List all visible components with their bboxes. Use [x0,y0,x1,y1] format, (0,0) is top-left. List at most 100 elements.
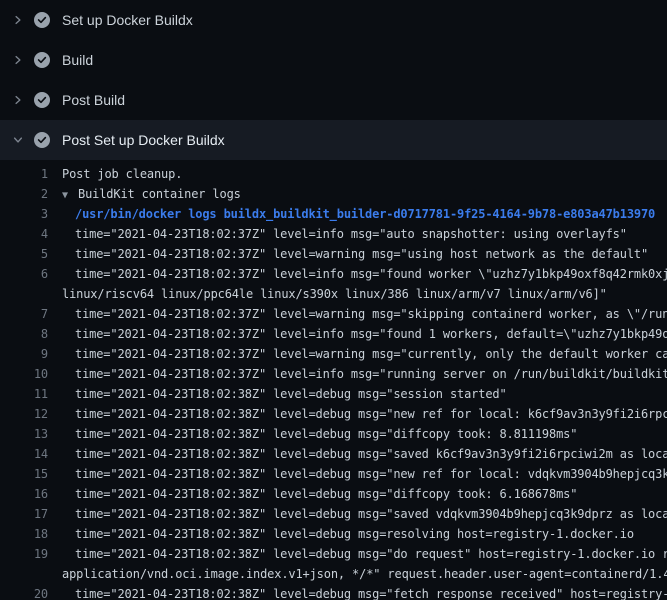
log-line-text: ▼time="2021-04-23T18:02:38Z" level=debug… [75,484,577,504]
log-line-content: time="2021-04-23T18:02:37Z" level=info m… [75,367,667,381]
log-line-text: ▼time="2021-04-23T18:02:37Z" level=warni… [75,344,667,364]
step-label: Post Build [62,92,125,108]
chevron-right-icon [12,54,24,66]
log-line: 13 ▼time="2021-04-23T18:02:38Z" level=de… [0,424,667,444]
log-line-number[interactable]: 10 [0,364,48,384]
log-line-content: time="2021-04-23T18:02:38Z" level=debug … [75,387,507,401]
log-line-text: ▼time="2021-04-23T18:02:37Z" level=info … [75,324,667,344]
step-row-post-build[interactable]: Post Build [0,80,667,120]
chevron-down-icon [12,134,24,146]
log-line: ▼application/vnd.oci.image.index.v1+json… [0,564,667,584]
step-label: Post Set up Docker Buildx [62,132,225,148]
log-line-number[interactable]: 3 [0,204,48,224]
log-line: 1 ▼Post job cleanup. [0,164,667,184]
log-line-content: linux/riscv64 linux/ppc64le linux/s390x … [62,287,607,301]
log-line-number[interactable]: 18 [0,524,48,544]
check-circle-icon [34,52,50,68]
log-line-text: ▼time="2021-04-23T18:02:38Z" level=debug… [75,404,667,424]
log-line: 5 ▼time="2021-04-23T18:02:37Z" level=war… [0,244,667,264]
chevron-right-icon [12,94,24,106]
log-line: 14 ▼time="2021-04-23T18:02:38Z" level=de… [0,444,667,464]
log-line-text: ▼/usr/bin/docker logs buildx_buildkit_bu… [75,204,655,224]
log-line: 9 ▼time="2021-04-23T18:02:37Z" level=war… [0,344,667,364]
step-label: Build [62,52,93,68]
log-line-number[interactable]: 12 [0,404,48,424]
log-line: 10 ▼time="2021-04-23T18:02:37Z" level=in… [0,364,667,384]
log-line-text: ▼time="2021-04-23T18:02:38Z" level=debug… [75,524,634,544]
steps-list: Set up Docker Buildx Build P [0,0,667,160]
log-area: 1 ▼Post job cleanup. 2 ▼BuildKit contain… [0,160,667,600]
log-line-number [0,284,48,304]
log-line-content: time="2021-04-23T18:02:38Z" level=debug … [75,587,667,600]
step-row-build[interactable]: Build [0,40,667,80]
log-line-content: time="2021-04-23T18:02:37Z" level=warnin… [75,247,648,261]
log-line-content: time="2021-04-23T18:02:37Z" level=info m… [75,267,667,281]
log-line-number[interactable]: 15 [0,464,48,484]
log-line: 3 ▼/usr/bin/docker logs buildx_buildkit_… [0,204,667,224]
log-line-content: time="2021-04-23T18:02:38Z" level=debug … [75,527,634,541]
step-label: Set up Docker Buildx [62,12,193,28]
check-circle-icon [34,92,50,108]
log-line-text: ▼application/vnd.oci.image.index.v1+json… [62,564,667,584]
log-line-number[interactable]: 14 [0,444,48,464]
step-row-set-up-docker-buildx[interactable]: Set up Docker Buildx [0,0,667,40]
log-line-text: ▼time="2021-04-23T18:02:38Z" level=debug… [75,504,667,524]
log-line-content: Post job cleanup. [62,167,182,181]
log-line-text: ▼time="2021-04-23T18:02:37Z" level=warni… [75,244,648,264]
log-line-text: ▼time="2021-04-23T18:02:37Z" level=warni… [75,304,667,324]
log-line-number[interactable]: 2 [0,184,48,204]
log-line-content: time="2021-04-23T18:02:37Z" level=info m… [75,227,627,241]
log-line-content: time="2021-04-23T18:02:37Z" level=info m… [75,327,667,341]
log-line-content: time="2021-04-23T18:02:37Z" level=warnin… [75,307,667,321]
log-line: 20 ▼time="2021-04-23T18:02:38Z" level=de… [0,584,667,600]
log-line: 12 ▼time="2021-04-23T18:02:38Z" level=de… [0,404,667,424]
log-line-text: ▼time="2021-04-23T18:02:38Z" level=debug… [75,464,667,484]
log-line-number[interactable]: 6 [0,264,48,284]
log-line-text: ▼BuildKit container logs [62,184,241,204]
log-line-content: application/vnd.oci.image.index.v1+json,… [62,567,667,581]
log-line: 17 ▼time="2021-04-23T18:02:38Z" level=de… [0,504,667,524]
log-line-number[interactable]: 13 [0,424,48,444]
log-line-number[interactable]: 1 [0,164,48,184]
log-line-content: time="2021-04-23T18:02:38Z" level=debug … [75,407,667,421]
log-line-number[interactable]: 7 [0,304,48,324]
log-line-text: ▼time="2021-04-23T18:02:38Z" level=debug… [75,584,667,600]
log-line: 16 ▼time="2021-04-23T18:02:38Z" level=de… [0,484,667,504]
log-line-text: ▼time="2021-04-23T18:02:38Z" level=debug… [75,424,577,444]
log-line-text: ▼time="2021-04-23T18:02:38Z" level=debug… [75,544,667,564]
log-line: 6 ▼time="2021-04-23T18:02:37Z" level=inf… [0,264,667,284]
log-line: 7 ▼time="2021-04-23T18:02:37Z" level=war… [0,304,667,324]
log-line-text: ▼Post job cleanup. [62,164,182,184]
group-caret-icon[interactable]: ▼ [62,186,78,206]
log-line-number[interactable]: 8 [0,324,48,344]
log-line: 4 ▼time="2021-04-23T18:02:37Z" level=inf… [0,224,667,244]
log-line-number[interactable]: 9 [0,344,48,364]
log-line-text: ▼time="2021-04-23T18:02:37Z" level=info … [75,224,627,244]
log-line[interactable]: 2 ▼BuildKit container logs [0,184,667,204]
log-line-number[interactable]: 11 [0,384,48,404]
check-circle-icon [34,132,50,148]
log-line-text: ▼time="2021-04-23T18:02:37Z" level=info … [75,264,667,284]
actions-log-viewer: Set up Docker Buildx Build P [0,0,667,600]
log-line-content: BuildKit container logs [78,187,241,201]
log-line-number[interactable]: 19 [0,544,48,564]
log-line-number[interactable]: 16 [0,484,48,504]
log-line-text: ▼linux/riscv64 linux/ppc64le linux/s390x… [62,284,607,304]
log-line: 15 ▼time="2021-04-23T18:02:38Z" level=de… [0,464,667,484]
log-line-content: time="2021-04-23T18:02:38Z" level=debug … [75,447,667,461]
log-line-text: ▼time="2021-04-23T18:02:37Z" level=info … [75,364,667,384]
log-line-content: time="2021-04-23T18:02:38Z" level=debug … [75,487,577,501]
check-circle-icon [34,12,50,28]
log-line-content: time="2021-04-23T18:02:37Z" level=warnin… [75,347,667,361]
log-line-number[interactable]: 5 [0,244,48,264]
log-line-content: /usr/bin/docker logs buildx_buildkit_bui… [75,207,655,221]
log-line-number[interactable]: 20 [0,584,48,600]
log-line-number[interactable]: 4 [0,224,48,244]
step-row-post-set-up-docker-buildx[interactable]: Post Set up Docker Buildx [0,120,667,160]
log-line: 19 ▼time="2021-04-23T18:02:38Z" level=de… [0,544,667,564]
log-line-text: ▼time="2021-04-23T18:02:38Z" level=debug… [75,384,507,404]
log-line-content: time="2021-04-23T18:02:38Z" level=debug … [75,507,667,521]
log-line-content: time="2021-04-23T18:02:38Z" level=debug … [75,427,577,441]
log-line-content: time="2021-04-23T18:02:38Z" level=debug … [75,467,667,481]
log-line-number[interactable]: 17 [0,504,48,524]
